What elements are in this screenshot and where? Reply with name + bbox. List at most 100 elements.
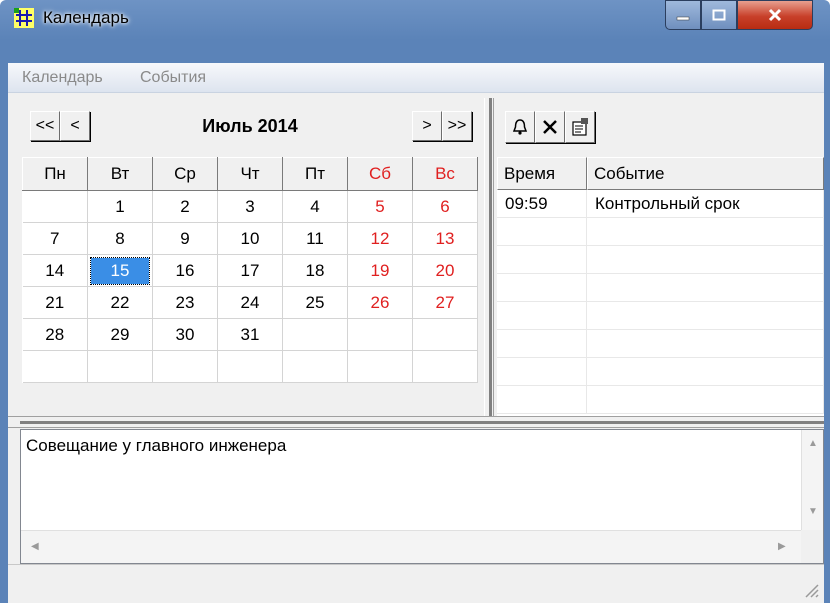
calendar-day-cell[interactable]: 2 (152, 190, 218, 223)
events-header: Время Событие (497, 157, 824, 190)
event-time (497, 246, 587, 273)
calendar-day-cell[interactable]: 3 (217, 190, 283, 223)
calendar-grid: Пн Вт Ср Чт Пт Сб Вс 1 2 3 4 5 6 7 8 9 10 11 12 13 14… (22, 157, 478, 383)
weekday-wed: Ср (152, 157, 218, 191)
event-row[interactable] (497, 274, 824, 302)
calendar-day-cell[interactable] (282, 350, 348, 383)
calendar-day-cell[interactable]: 31 (217, 318, 283, 351)
calendar-day-cell[interactable] (347, 350, 413, 383)
event-memo[interactable]: Совещание у главного инженера ▲ ▼ ◀ ▶ (20, 429, 824, 564)
event-name (587, 274, 824, 301)
calendar-day-cell[interactable]: 24 (217, 286, 283, 319)
calendar-day-cell[interactable]: 22 (87, 286, 153, 319)
calendar-day-cell[interactable]: 17 (217, 254, 283, 287)
calendar-day-cell[interactable]: 11 (282, 222, 348, 255)
memo-horizontal-scrollbar[interactable]: ◀ ▶ (21, 530, 802, 563)
column-time[interactable]: Время (497, 157, 587, 190)
calendar-day-cell[interactable]: 15 (87, 254, 153, 287)
next-year-button[interactable]: >> (442, 111, 472, 141)
event-time (497, 274, 587, 301)
event-row[interactable] (497, 358, 824, 386)
close-icon (768, 8, 782, 22)
memo-text: Совещание у главного инженера (26, 436, 287, 455)
calendar-day-cell[interactable]: 6 (412, 190, 478, 223)
horizontal-splitter[interactable] (8, 416, 824, 428)
calendar-week-row (22, 350, 478, 383)
calendar-day-cell[interactable]: 29 (87, 318, 153, 351)
event-time: 09:59 (497, 190, 587, 217)
menu-events[interactable]: События (140, 69, 206, 87)
event-name (587, 218, 824, 245)
calendar-day-cell[interactable]: 5 (347, 190, 413, 223)
scroll-left-icon[interactable]: ◀ (31, 541, 39, 552)
next-month-button[interactable]: > (412, 111, 442, 141)
calendar-day-cell[interactable]: 14 (22, 254, 88, 287)
selected-day[interactable]: 15 (90, 256, 150, 285)
properties-button[interactable] (565, 111, 595, 143)
calendar-day-cell[interactable]: 10 (217, 222, 283, 255)
title-bar[interactable]: Календарь (0, 0, 830, 36)
calendar-day-cell[interactable]: 19 (347, 254, 413, 287)
event-row[interactable] (497, 218, 824, 246)
calendar-day-cell[interactable] (22, 350, 88, 383)
calendar-day-cell[interactable] (217, 350, 283, 383)
prev-year-button[interactable]: << (30, 111, 60, 141)
calendar-day-cell[interactable]: 21 (22, 286, 88, 319)
calendar-day-cell[interactable]: 23 (152, 286, 218, 319)
calendar-day-cell[interactable]: 4 (282, 190, 348, 223)
events-list: Время Событие 09:59 Контрольный срок (497, 157, 824, 416)
maximize-button[interactable] (701, 0, 737, 30)
calendar-day-cell[interactable] (87, 350, 153, 383)
menu-calendar[interactable]: Календарь (22, 69, 103, 87)
calendar-day-cell[interactable]: 9 (152, 222, 218, 255)
prev-month-button[interactable]: < (60, 111, 90, 141)
scroll-corner (801, 530, 823, 563)
event-name (587, 330, 824, 357)
event-time (497, 358, 587, 385)
event-row[interactable] (497, 302, 824, 330)
month-title: Июль 2014 (202, 116, 298, 136)
event-row[interactable] (497, 386, 824, 414)
calendar-day-cell[interactable]: 28 (22, 318, 88, 351)
vertical-splitter[interactable] (484, 98, 494, 416)
calendar-day-cell[interactable]: 20 (412, 254, 478, 287)
memo-vertical-scrollbar[interactable]: ▲ ▼ (801, 430, 823, 530)
event-row[interactable] (497, 246, 824, 274)
minimize-button[interactable] (665, 0, 701, 30)
calendar-week-row: 21 22 23 24 25 26 27 (22, 286, 478, 319)
window-title: Календарь (43, 8, 129, 27)
calendar-day-cell[interactable] (282, 318, 348, 351)
event-row[interactable]: 09:59 Контрольный срок (497, 190, 824, 218)
delete-event-button[interactable] (535, 111, 565, 143)
calendar-day-cell[interactable]: 16 (152, 254, 218, 287)
weekday-tue: Вт (87, 157, 153, 191)
calendar-day-cell[interactable] (22, 190, 88, 223)
calendar-week-row: 7 8 9 10 11 12 13 (22, 222, 478, 255)
event-name (587, 386, 824, 413)
event-name (587, 302, 824, 329)
calendar-day-cell[interactable]: 13 (412, 222, 478, 255)
resize-grip-icon[interactable] (802, 581, 820, 599)
calendar-day-cell[interactable]: 26 (347, 286, 413, 319)
add-reminder-button[interactable] (505, 111, 535, 143)
calendar-day-cell[interactable]: 12 (347, 222, 413, 255)
scroll-up-icon[interactable]: ▲ (808, 438, 818, 449)
calendar-day-cell[interactable] (412, 350, 478, 383)
event-row[interactable] (497, 330, 824, 358)
calendar-day-cell[interactable]: 27 (412, 286, 478, 319)
event-name (587, 246, 824, 273)
calendar-day-cell[interactable]: 1 (87, 190, 153, 223)
calendar-day-cell[interactable]: 18 (282, 254, 348, 287)
scroll-right-icon[interactable]: ▶ (778, 541, 786, 552)
calendar-day-cell[interactable]: 30 (152, 318, 218, 351)
calendar-day-cell[interactable] (152, 350, 218, 383)
calendar-day-cell[interactable]: 8 (87, 222, 153, 255)
close-button[interactable] (737, 0, 813, 30)
calendar-day-cell[interactable] (347, 318, 413, 351)
scroll-down-icon[interactable]: ▼ (808, 506, 818, 517)
calendar-day-cell[interactable]: 25 (282, 286, 348, 319)
calendar-day-cell[interactable] (412, 318, 478, 351)
weekday-sat: Сб (347, 157, 413, 191)
calendar-day-cell[interactable]: 7 (22, 222, 88, 255)
column-event[interactable]: Событие (587, 157, 824, 190)
